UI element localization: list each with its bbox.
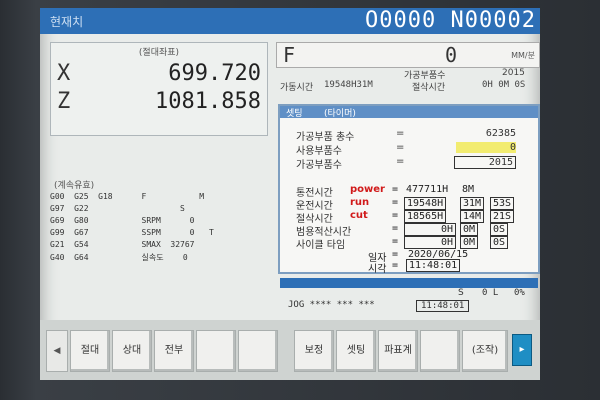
program-number: O0000 N00002	[365, 8, 536, 33]
timer-hours: 477711H	[406, 184, 449, 195]
spindle-load: 0 L	[482, 288, 499, 298]
softkey-next-arrow[interactable]: ▸	[512, 334, 532, 366]
cut-time-value: 0H 0M 0S	[482, 80, 526, 90]
timer-seconds[interactable]: 21S	[490, 210, 515, 223]
timer-hours[interactable]: 19548H	[404, 197, 447, 210]
timer-seconds[interactable]: 0S	[490, 223, 509, 236]
popup-tabs: 셋팅 (타이머)	[280, 106, 538, 119]
timer-tag: cut	[350, 210, 368, 221]
timer-minutes[interactable]: 0M	[460, 236, 479, 249]
status-bar	[280, 278, 538, 288]
screen-label: 현재치	[50, 15, 84, 29]
axis-value: 1081.858	[155, 89, 261, 114]
parts-count-value: 2015	[502, 68, 525, 78]
cut-time-label: 절삭시간	[412, 83, 446, 93]
runtime-value: 19548H31M	[324, 80, 373, 90]
cnc-screen: 현재치 O0000 N00002 (절대좌표) X 699.720 Z 1081…	[40, 8, 540, 380]
count-row: 가공부품수 = 2015	[296, 156, 532, 171]
time-label: 시각	[368, 264, 387, 275]
feed-value: 0	[445, 43, 458, 67]
mode-status: JOG **** *** *** 11:48:01	[280, 300, 538, 313]
runtime-label: 가동시간	[280, 83, 314, 93]
used-parts-input[interactable]: 0	[456, 142, 516, 153]
count-label: 가공부품 총수	[296, 132, 355, 143]
spindle-status: S 0 L 0%	[280, 288, 538, 300]
softkey-relative[interactable]: 상대	[112, 330, 152, 372]
timer-minutes: 8M	[462, 184, 475, 195]
timer-tag: run	[350, 197, 370, 208]
tab-setting[interactable]: 셋팅	[286, 106, 303, 119]
modal-row: G69 G80 SRPM 0	[50, 216, 195, 225]
position-title: (절대좌표)	[138, 48, 180, 58]
axis-row-x: X 699.720	[57, 61, 261, 87]
tab-timer[interactable]: (타이머)	[324, 106, 356, 119]
softkey-absolute[interactable]: 절대	[70, 330, 110, 372]
softkey-left-arrow[interactable]: ◀	[46, 330, 68, 372]
timer-minutes[interactable]: 0M	[460, 223, 479, 236]
count-label: 가공부품수	[296, 160, 342, 171]
count-value[interactable]: 2015	[454, 156, 516, 169]
feed-box: F 0 MM/분	[276, 42, 540, 68]
axis-value: 699.720	[168, 61, 261, 86]
softkey-bar: ◀ 절대 상대 전부 보정 셋팅 파표계 (조작) ▸	[40, 320, 540, 380]
absolute-position-panel: (절대좌표) X 699.720 Z 1081.858	[50, 42, 268, 136]
modal-row: G21 G54 SMAX 32767	[50, 240, 195, 249]
softkey-operation[interactable]: (조작)	[462, 330, 508, 372]
spindle-label: S	[458, 288, 464, 298]
clock: 11:48:01	[416, 300, 470, 312]
timer-settings-popup: 셋팅 (타이머) 가공부품 총수 = 62385 사용부품수 = 0 가공부품수…	[278, 104, 540, 275]
axis-row-z: Z 1081.858	[57, 89, 261, 115]
mode-indicator: JOG **** *** ***	[288, 300, 375, 310]
timer-hours[interactable]: 0H	[404, 236, 456, 249]
timer-minutes[interactable]: 14M	[460, 210, 485, 223]
modal-row: G99 G67 SSPM 0 T	[50, 228, 214, 237]
count-row: 사용부품수 = 0	[296, 142, 516, 157]
count-label: 사용부품수	[296, 146, 342, 157]
softkey-all[interactable]: 전부	[154, 330, 194, 372]
count-value: 62385	[485, 128, 516, 139]
softkey-blank-2[interactable]	[238, 330, 278, 372]
modal-row: G00 G25 G18 F M	[50, 192, 205, 201]
timer-hours[interactable]: 0H	[404, 223, 456, 236]
modal-row: G97 G22 S	[50, 204, 185, 213]
timer-minutes[interactable]: 31M	[460, 197, 485, 210]
time-value[interactable]: 11:48:01	[406, 259, 461, 272]
modal-info-panel: (계속유효) G00 G25 G18 F M G97 G22 S G69 G80…	[50, 178, 265, 273]
axis-name: X	[57, 61, 71, 86]
feed-label: F	[283, 43, 296, 67]
title-bar: 현재치 O0000 N00002	[40, 8, 540, 34]
modal-title: (계속유효)	[54, 181, 95, 191]
timer-label: 사이클 타임	[296, 240, 346, 251]
spindle-percent: 0%	[514, 288, 525, 298]
timer-seconds[interactable]: 0S	[490, 236, 509, 249]
timer-tag: power	[350, 184, 385, 195]
axis-name: Z	[57, 89, 71, 114]
timer-hours[interactable]: 18565H	[404, 210, 447, 223]
modal-row: G40 G64 실속도 0	[50, 253, 188, 262]
softkey-offset[interactable]: 보정	[294, 330, 334, 372]
timer-seconds[interactable]: 53S	[490, 197, 515, 210]
feed-unit: MM/분	[511, 51, 535, 60]
softkey-blank-1[interactable]	[196, 330, 236, 372]
softkey-work-coord[interactable]: 파표계	[378, 330, 418, 372]
feed-panel: F 0 MM/분 가공부품수 2015 가동시간 19548H31M 절삭시간 …	[276, 42, 540, 104]
softkey-setting[interactable]: 셋팅	[336, 330, 376, 372]
softkey-blank-3[interactable]	[420, 330, 460, 372]
count-row: 가공부품 총수 = 62385	[296, 128, 516, 143]
